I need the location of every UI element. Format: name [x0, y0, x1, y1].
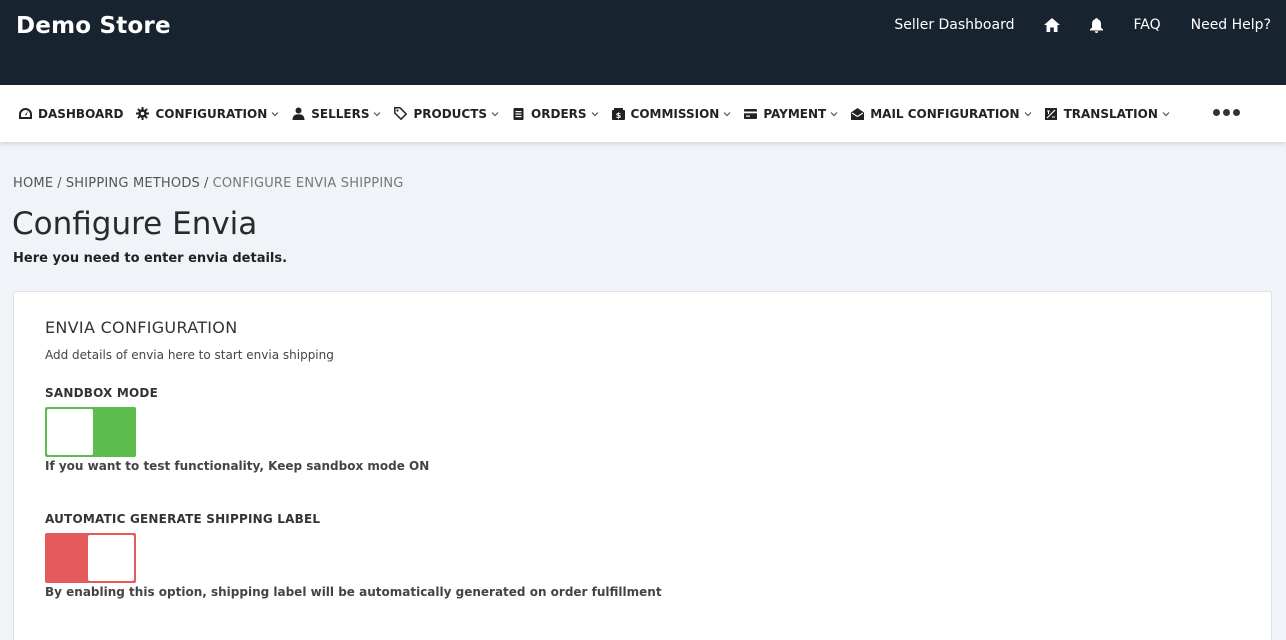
header-links: Seller Dashboard FAQ Need Help?: [894, 15, 1271, 35]
chevron-down-icon: [373, 110, 381, 118]
nav-label-translation: TRANSLATION: [1063, 106, 1158, 121]
nav-item-sellers[interactable]: SELLERS: [292, 107, 381, 121]
need-help-link[interactable]: Need Help?: [1191, 15, 1271, 35]
nav-label-commission: COMMISSION: [630, 106, 720, 121]
nav-item-products[interactable]: PRODUCTS: [394, 107, 499, 121]
tags-icon: [394, 107, 408, 120]
nav-item-translation[interactable]: TRANSLATION: [1045, 107, 1170, 121]
nav-item-configuration[interactable]: CONFIGURATION: [136, 107, 279, 121]
toggle-knob: [88, 535, 134, 581]
auto-shipping-label-help: By enabling this option, shipping label …: [45, 585, 662, 599]
breadcrumb-home[interactable]: HOME: [13, 176, 53, 191]
faq-link[interactable]: FAQ: [1133, 15, 1160, 35]
sandbox-mode-label: SANDBOX MODE: [45, 386, 158, 400]
main-nav: DASHBOARD CONFIGURATION SELLERS PRODUCTS: [0, 85, 1286, 142]
seller-dashboard-link[interactable]: Seller Dashboard: [894, 15, 1014, 35]
card-description: Add details of envia here to start envia…: [45, 348, 334, 362]
nav-label-orders: ORDERS: [531, 106, 587, 121]
chevron-down-icon: [491, 110, 499, 118]
chevron-down-icon: [591, 110, 599, 118]
nav-label-payment: PAYMENT: [763, 106, 827, 121]
sandbox-mode-help: If you want to test functionality, Keep …: [45, 459, 430, 473]
breadcrumb-shipping-methods[interactable]: SHIPPING METHODS: [66, 176, 200, 191]
nav-label-dashboard: DASHBOARD: [38, 106, 124, 121]
nav-item-orders[interactable]: ORDERS: [512, 107, 598, 121]
dot: [1233, 109, 1240, 116]
breadcrumb-separator: /: [57, 176, 62, 191]
nav-label-mail-configuration: MAIL CONFIGURATION: [870, 106, 1020, 121]
translate-icon: [1045, 107, 1058, 120]
nav-label-configuration: CONFIGURATION: [155, 106, 268, 121]
sandbox-mode-toggle[interactable]: [45, 407, 136, 457]
breadcrumb-current: CONFIGURE ENVIA SHIPPING: [212, 176, 404, 191]
nav-label-sellers: SELLERS: [311, 106, 370, 121]
dot: [1223, 109, 1230, 116]
home-icon[interactable]: [1044, 15, 1061, 35]
svg-text:$: $: [615, 111, 621, 120]
bell-icon[interactable]: [1090, 15, 1104, 35]
toggle-knob: [47, 409, 93, 455]
chevron-down-icon: [1024, 110, 1032, 118]
nav-item-dashboard[interactable]: DASHBOARD: [19, 107, 123, 121]
envia-configuration-card: ENVIA CONFIGURATION Add details of envia…: [13, 291, 1272, 640]
auto-shipping-label-label: AUTOMATIC GENERATE SHIPPING LABEL: [45, 512, 321, 526]
gear-icon: [136, 107, 150, 120]
auto-shipping-label-toggle[interactable]: [45, 533, 136, 583]
envelope-open-icon: [851, 107, 865, 120]
money-icon: $: [611, 107, 625, 120]
nav-item-commission[interactable]: $ COMMISSION: [611, 106, 732, 121]
clipboard-icon: [512, 107, 525, 120]
page-subtitle: Here you need to enter envia details.: [13, 251, 288, 266]
dashboard-icon: [19, 107, 32, 120]
page-title: Configure Envia: [12, 206, 258, 242]
nav-label-products: PRODUCTS: [413, 106, 488, 121]
store-brand[interactable]: Demo Store: [16, 13, 171, 39]
dot: [1213, 109, 1220, 116]
breadcrumb-separator: /: [204, 176, 209, 191]
chevron-down-icon: [1162, 110, 1170, 118]
nav-item-mail-configuration[interactable]: MAIL CONFIGURATION: [851, 107, 1031, 121]
nav-item-payment[interactable]: PAYMENT: [744, 107, 838, 121]
top-header: Demo Store Seller Dashboard FAQ Need Hel…: [0, 0, 1286, 85]
chevron-down-icon: [830, 110, 838, 118]
nav-list: DASHBOARD CONFIGURATION SELLERS PRODUCTS: [19, 85, 1183, 142]
chevron-down-icon: [271, 110, 279, 118]
card-title: ENVIA CONFIGURATION: [45, 318, 238, 337]
more-dots-icon[interactable]: [1210, 109, 1240, 116]
credit-card-icon: [744, 107, 758, 120]
chevron-down-icon: [723, 110, 731, 118]
breadcrumb: HOME / SHIPPING METHODS / CONFIGURE ENVIA SH…: [13, 176, 404, 191]
users-icon: [292, 107, 305, 120]
